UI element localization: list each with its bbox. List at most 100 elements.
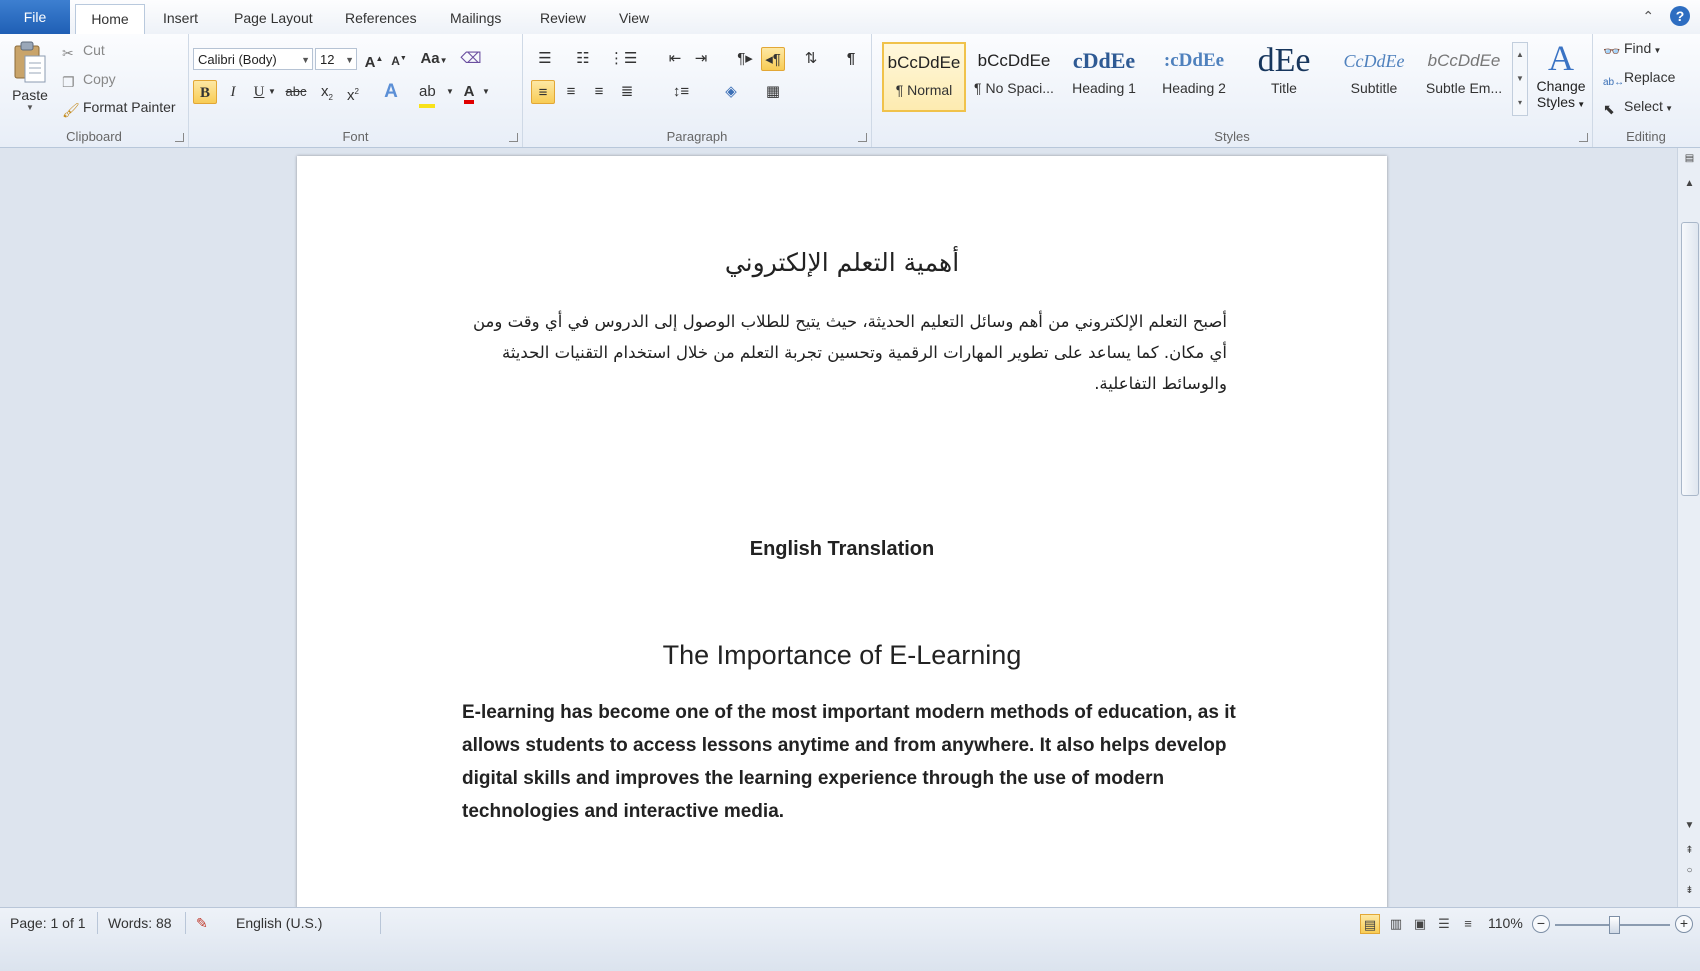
previous-page-icon[interactable]: ⇞	[1682, 843, 1697, 858]
bold-button[interactable]: B	[193, 80, 217, 104]
next-page-icon[interactable]: ⇟	[1682, 883, 1697, 898]
cut-button[interactable]: ✂ Cut	[62, 42, 105, 61]
bullets-icon[interactable]: ☰	[533, 47, 557, 71]
style-normal[interactable]: bCcDdEe ¶ Normal	[882, 42, 966, 112]
document-page[interactable]: أهمية التعلم الإلكتروني أصبح التعلم الإل…	[297, 156, 1387, 907]
select-button[interactable]: ⬉ Select ▼	[1603, 98, 1673, 117]
font-color-icon[interactable]: A	[457, 80, 481, 104]
tab-insert[interactable]: Insert	[149, 4, 212, 32]
style-no-spacing[interactable]: bCcDdEe ¶ No Spaci...	[972, 42, 1056, 112]
italic-button[interactable]: I	[221, 80, 245, 104]
zoom-level[interactable]: 110%	[1488, 915, 1523, 931]
font-name-combo[interactable]: Calibri (Body) ▼	[193, 48, 313, 70]
zoom-in-icon[interactable]: +	[1675, 915, 1693, 933]
decrease-indent-icon[interactable]: ⇤	[663, 47, 687, 71]
font-color-dropdown-icon[interactable]: ▼	[481, 80, 491, 104]
scroll-down-icon[interactable]: ▼	[1682, 818, 1697, 833]
underline-dropdown-icon[interactable]: ▼	[267, 80, 277, 104]
tab-view[interactable]: View	[605, 4, 663, 32]
change-styles-button[interactable]: A Change Styles ▼	[1532, 38, 1590, 113]
style-name: ¶ Normal	[895, 82, 953, 98]
highlight-dropdown-icon[interactable]: ▼	[445, 80, 455, 104]
proofing-icon[interactable]: ✎	[196, 915, 208, 932]
word-count[interactable]: Words: 88	[108, 915, 172, 931]
web-layout-icon[interactable]: ▣	[1410, 914, 1430, 934]
line-spacing-icon[interactable]: ↕≡	[669, 80, 693, 104]
align-center-icon[interactable]: ≡	[559, 80, 583, 104]
change-styles-icon: A	[1548, 38, 1574, 78]
tab-mailings[interactable]: Mailings	[436, 4, 515, 32]
font-size-value: 12	[320, 52, 335, 67]
tab-home[interactable]: Home	[75, 4, 145, 35]
styles-gallery-scroll[interactable]: ▲ ▼ ▾	[1512, 42, 1528, 116]
subscript-button[interactable]: x2	[315, 80, 339, 104]
format-painter-button[interactable]: 🖌 Format Painter	[62, 99, 176, 118]
multilevel-list-icon[interactable]: ⋮☰	[609, 47, 637, 71]
style-subtitle[interactable]: CcDdEe Subtitle	[1332, 42, 1416, 112]
style-subtle-emphasis[interactable]: bCcDdEe Subtle Em...	[1422, 42, 1506, 112]
ruler-toggle-icon[interactable]: ▤	[1682, 151, 1697, 166]
font-launcher-icon[interactable]	[509, 133, 518, 142]
style-heading-1[interactable]: cDdEe Heading 1	[1062, 42, 1146, 112]
language-indicator[interactable]: English (U.S.)	[236, 915, 322, 931]
paragraph-group-label: Paragraph	[666, 129, 728, 144]
increase-indent-icon[interactable]: ⇥	[689, 47, 713, 71]
help-icon[interactable]: ?	[1670, 6, 1690, 26]
font-size-dropdown-icon[interactable]: ▼	[345, 49, 354, 71]
paragraph-launcher-icon[interactable]	[858, 133, 867, 142]
highlight-icon[interactable]: ab	[415, 80, 439, 108]
draft-view-icon[interactable]: ≡	[1458, 914, 1478, 934]
select-label: Select	[1624, 98, 1663, 114]
tab-review[interactable]: Review	[526, 4, 600, 32]
full-screen-reading-icon[interactable]: ▥	[1386, 914, 1406, 934]
editing-group: 👓 Find ▼ ab↔Replace ⬉ Select ▼ Editing	[1593, 34, 1699, 147]
shrink-font-button[interactable]: A▼	[387, 47, 411, 71]
font-group: Calibri (Body) ▼ 12 ▼ A▲ A▼ Aa▼ ⌫ B I U ▼ …	[189, 34, 523, 147]
left-to-right-icon[interactable]: ¶▸	[733, 47, 757, 71]
editing-group-label: Editing	[1626, 129, 1666, 144]
justify-icon[interactable]: ≣	[615, 80, 639, 104]
align-left-icon[interactable]: ≡	[531, 80, 555, 104]
show-formatting-marks-icon[interactable]: ¶	[839, 47, 863, 71]
replace-button[interactable]: ab↔Replace	[1603, 69, 1675, 93]
zoom-out-icon[interactable]: −	[1532, 915, 1550, 933]
superscript-button[interactable]: x2	[341, 80, 365, 104]
tab-page-layout[interactable]: Page Layout	[220, 4, 327, 32]
shading-icon[interactable]: ◈	[719, 80, 743, 104]
numbering-icon[interactable]: ☷	[571, 47, 595, 71]
vertical-scrollbar[interactable]: ▤ ▲ ▼ ⇞ ○ ⇟	[1677, 148, 1700, 907]
font-name-dropdown-icon[interactable]: ▼	[301, 49, 310, 71]
find-button[interactable]: 👓 Find ▼	[1603, 40, 1661, 59]
borders-icon[interactable]: ▦	[761, 80, 785, 104]
scrollbar-thumb[interactable]	[1681, 222, 1699, 496]
minimize-ribbon-icon[interactable]: ⌃	[1642, 8, 1654, 24]
copy-label: Copy	[83, 71, 116, 87]
paste-button[interactable]: Paste ▼	[10, 40, 50, 112]
scroll-up-icon[interactable]: ▲	[1682, 176, 1697, 191]
change-case-button[interactable]: Aa▼	[419, 47, 449, 71]
clipboard-launcher-icon[interactable]	[175, 133, 184, 142]
right-to-left-icon[interactable]: ◂¶	[761, 47, 785, 71]
style-preview: dEe	[1257, 42, 1311, 79]
style-heading-2[interactable]: :cDdEe Heading 2	[1152, 42, 1236, 112]
clear-formatting-icon[interactable]: ⌫	[459, 47, 483, 71]
outline-view-icon[interactable]: ☰	[1434, 914, 1454, 934]
font-size-combo[interactable]: 12 ▼	[315, 48, 357, 70]
align-right-icon[interactable]: ≡	[587, 80, 611, 104]
styles-launcher-icon[interactable]	[1579, 133, 1588, 142]
paste-dropdown-icon[interactable]: ▼	[10, 103, 50, 112]
style-preview: bCcDdEe	[1427, 51, 1501, 70]
style-title[interactable]: dEe Title	[1242, 42, 1326, 112]
zoom-slider-thumb[interactable]	[1609, 916, 1620, 934]
print-layout-view-icon[interactable]: ▤	[1360, 914, 1380, 934]
page-count[interactable]: Page: 1 of 1	[10, 915, 86, 931]
sort-icon[interactable]: ⇅	[799, 47, 823, 71]
copy-button[interactable]: ❐ Copy	[62, 71, 116, 90]
tab-references[interactable]: References	[331, 4, 431, 32]
text-effects-icon[interactable]: A	[379, 80, 403, 104]
grow-font-button[interactable]: A▲	[362, 47, 386, 71]
strikethrough-button[interactable]: abc	[281, 80, 311, 104]
style-name: Subtle Em...	[1425, 80, 1503, 96]
browse-object-icon[interactable]: ○	[1682, 863, 1697, 878]
tab-file[interactable]: File	[0, 0, 70, 34]
